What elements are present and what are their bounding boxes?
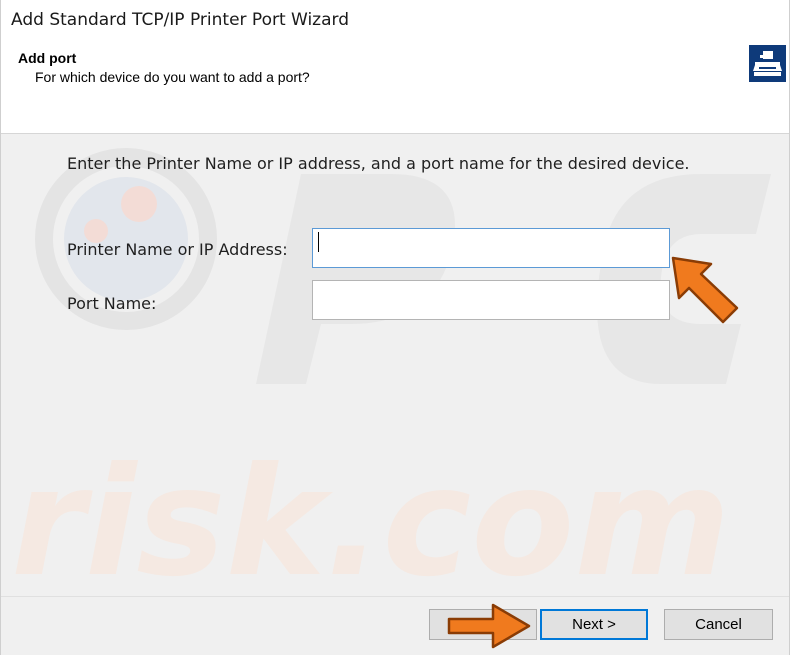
- header-title: Add port: [18, 50, 77, 66]
- wizard-header: Add port For which device do you want to…: [1, 42, 789, 134]
- port-name-label: Port Name:: [67, 294, 157, 313]
- printer-name-label: Printer Name or IP Address:: [67, 240, 288, 259]
- port-name-input[interactable]: [312, 280, 670, 320]
- cancel-button[interactable]: Cancel: [664, 609, 773, 640]
- wizard-footer: Next > Cancel: [1, 596, 789, 655]
- back-button[interactable]: [429, 609, 537, 640]
- printer-name-input[interactable]: [312, 228, 670, 268]
- watermark-graphic: risk.com: [11, 148, 771, 596]
- wizard-content: risk.com Enter the Printer Name or IP ad…: [1, 134, 789, 596]
- next-button[interactable]: Next >: [540, 609, 648, 640]
- wizard-window: Add Standard TCP/IP Printer Port Wizard …: [0, 0, 790, 655]
- title-bar: Add Standard TCP/IP Printer Port Wizard: [1, 0, 789, 42]
- svg-text:risk.com: risk.com: [11, 436, 731, 596]
- printer-port-icon: [749, 45, 786, 82]
- text-caret: [318, 232, 319, 252]
- instruction-text: Enter the Printer Name or IP address, an…: [67, 154, 690, 173]
- window-title: Add Standard TCP/IP Printer Port Wizard: [11, 10, 350, 30]
- header-subtitle: For which device do you want to add a po…: [35, 69, 310, 85]
